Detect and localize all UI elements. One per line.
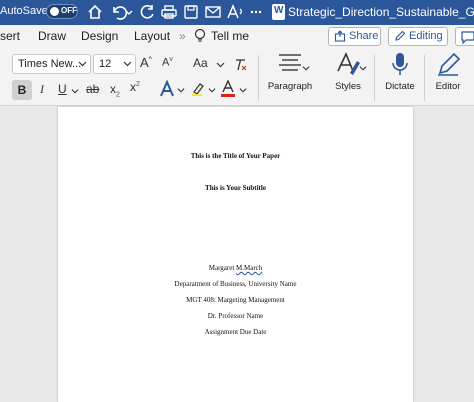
autosave-toggle[interactable]: OFF <box>46 4 78 19</box>
dictate-button[interactable]: Dictate <box>380 51 420 92</box>
pencil-icon <box>395 30 406 41</box>
chevron-down-icon <box>123 61 132 67</box>
chevron-down-icon[interactable] <box>71 87 79 95</box>
autosave-label: AutoSave <box>0 5 48 17</box>
divider <box>258 55 259 101</box>
bold-button[interactable]: B <box>12 80 32 100</box>
share-button[interactable]: Share <box>328 27 381 46</box>
tab-layout[interactable]: Layout <box>134 29 170 43</box>
tell-me-search[interactable]: Tell me <box>211 29 249 43</box>
toggle-knob <box>50 7 59 16</box>
document-page[interactable]: This is the Title of Your Paper This is … <box>58 107 413 402</box>
print-icon[interactable] <box>160 3 178 21</box>
home-ribbon: Times New... 12 A^ Av Aa B I U ab x2 x2 … <box>0 49 474 106</box>
editor-label: Editor <box>435 81 461 92</box>
email-icon[interactable] <box>204 3 222 21</box>
undo-dropdown-icon[interactable] <box>124 3 134 21</box>
editing-label: Editing <box>409 30 443 42</box>
chevron-down-icon[interactable] <box>239 86 247 94</box>
font-name-dropdown[interactable]: Times New... <box>12 54 91 74</box>
redo-icon[interactable] <box>138 3 156 21</box>
professor-line: Dr. Professor Name <box>207 312 264 320</box>
save-icon[interactable] <box>182 3 200 21</box>
superscript-button[interactable]: x2 <box>130 80 140 94</box>
styles-label: Styles <box>335 81 361 92</box>
font-size-dropdown[interactable]: 12 <box>93 54 136 74</box>
font-size-value: 12 <box>99 58 112 70</box>
comment-icon <box>461 31 474 45</box>
change-case-button[interactable]: Aa <box>193 56 208 70</box>
paper-title: This is the Title of Your Paper <box>190 152 281 160</box>
paragraph-button[interactable]: Paragraph <box>266 51 314 92</box>
strikethrough-button[interactable]: ab <box>86 82 99 96</box>
highlight-icon[interactable] <box>190 81 206 97</box>
lightbulb-icon <box>194 28 206 44</box>
author-first-name: Margaret <box>208 264 235 272</box>
chevron-down-icon[interactable] <box>216 60 225 69</box>
author-name: Margaret M.March <box>58 264 413 272</box>
tab-insert[interactable]: sert <box>0 29 20 43</box>
chevron-down-icon[interactable] <box>177 86 185 94</box>
paragraph-label: Paragraph <box>267 81 313 92</box>
more-commands-icon[interactable] <box>250 3 262 21</box>
change-case-label: Aa <box>193 56 208 70</box>
chevron-down-icon <box>359 66 367 71</box>
course-line: MGT 408: Margeting Management <box>186 296 285 304</box>
editing-mode-button[interactable]: Editing <box>388 27 448 46</box>
tab-design[interactable]: Design <box>81 29 118 43</box>
font-color-icon[interactable] <box>220 80 236 98</box>
dictate-label: Dictate <box>385 81 415 92</box>
share-icon <box>334 30 346 42</box>
word-document-icon: W <box>272 4 285 20</box>
editor-pen-icon <box>438 52 461 76</box>
chevron-down-icon <box>78 61 87 67</box>
microphone-icon <box>392 53 408 75</box>
title-bar: AutoSave OFF W Strategic_Direction_Susta… <box>0 0 474 25</box>
underline-button[interactable]: U <box>58 82 67 96</box>
department-line: Deparatment of Business, University Name <box>174 280 297 288</box>
editor-button[interactable]: Editor <box>428 51 468 92</box>
paragraph-icon <box>279 54 301 71</box>
due-date-line: Assignment Due Date <box>204 328 267 336</box>
chevron-down-icon[interactable] <box>208 86 216 94</box>
home-icon[interactable] <box>86 3 104 21</box>
italic-button[interactable]: I <box>40 82 44 97</box>
autosave-state: OFF <box>61 6 77 15</box>
divider <box>424 55 425 101</box>
paper-subtitle: This is Your Subtitle <box>205 184 266 192</box>
author-last-name: M.March <box>236 264 263 272</box>
more-tabs-chevron-icon[interactable]: » <box>179 29 186 43</box>
comments-button[interactable] <box>455 27 474 46</box>
clear-formatting-icon[interactable] <box>233 58 247 72</box>
shrink-font-button[interactable]: Av <box>162 56 173 69</box>
font-name-value: Times New... <box>18 58 82 70</box>
document-title[interactable]: Strategic_Direction_Sustainable_Gro... <box>288 5 474 19</box>
subscript-button[interactable]: x2 <box>110 82 120 98</box>
share-label: Share <box>349 30 379 42</box>
grow-font-label: A <box>140 55 149 70</box>
tab-draw[interactable]: Draw <box>38 29 66 43</box>
ribbon-tabs: sert Draw Design Layout » Tell me Share … <box>0 25 474 49</box>
styles-button[interactable]: Styles <box>328 51 368 92</box>
text-effects-icon[interactable] <box>158 80 176 98</box>
divider <box>374 55 375 101</box>
chevron-down-icon <box>302 66 310 71</box>
grow-font-button[interactable]: A^ <box>140 55 152 70</box>
read-aloud-icon[interactable] <box>226 3 244 21</box>
